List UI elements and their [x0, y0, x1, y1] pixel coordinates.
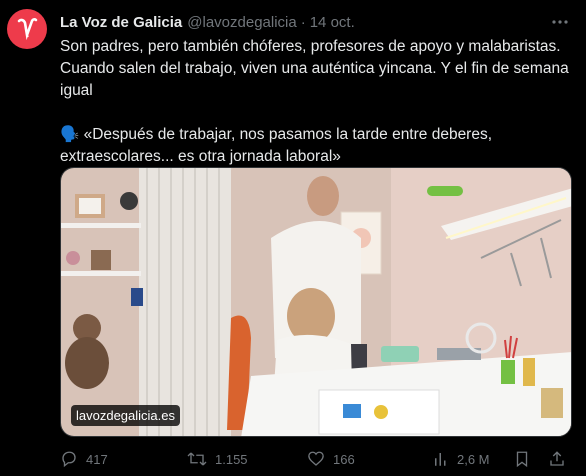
tweet-photo[interactable]: lavozdegalicia.es — [60, 167, 572, 437]
reply-count: 417 — [86, 451, 108, 467]
action-bar: 417 1.155 166 2,6 M — [60, 449, 576, 469]
tweet[interactable]: La Voz de Galicia @lavozdegalicia · 14 o… — [0, 0, 586, 476]
tweet-text-paragraph: Son padres, pero también chóferes, profe… — [60, 38, 569, 99]
like-button[interactable]: 166 — [307, 449, 355, 469]
bookmark-icon — [516, 451, 528, 468]
views-count: 2,6 M — [457, 451, 490, 467]
like-count: 166 — [333, 451, 355, 467]
reply-button[interactable]: 417 — [60, 449, 108, 469]
more-button[interactable] — [550, 12, 570, 32]
like-icon — [308, 451, 324, 466]
media-source-label[interactable]: lavozdegalicia.es — [71, 405, 181, 426]
retweet-icon — [187, 452, 207, 466]
tweet-text: Son padres, pero también chóferes, profe… — [60, 36, 576, 168]
retweet-count: 1.155 — [215, 451, 248, 467]
reply-icon — [62, 451, 76, 468]
share-icon — [550, 451, 564, 466]
share-button[interactable] — [548, 449, 574, 469]
voz-logo-icon — [17, 18, 38, 41]
tweet-text-quote: 🗣️ «Después de trabajar, nos pasamos la … — [60, 126, 493, 165]
more-icon — [552, 20, 568, 24]
photo-illustration — [61, 168, 571, 436]
views-icon — [435, 453, 446, 466]
views-button[interactable]: 2,6 M — [433, 449, 490, 469]
author-name[interactable]: La Voz de Galicia — [60, 14, 182, 31]
bookmark-button[interactable] — [514, 449, 538, 469]
avatar[interactable] — [7, 9, 47, 49]
retweet-button[interactable]: 1.155 — [187, 449, 248, 469]
tweet-header: La Voz de Galicia @lavozdegalicia · 14 o… — [60, 12, 546, 32]
separator: · — [300, 13, 306, 31]
author-handle[interactable]: @lavozdegalicia — [187, 14, 296, 31]
tweet-date[interactable]: 14 oct. — [310, 14, 355, 31]
